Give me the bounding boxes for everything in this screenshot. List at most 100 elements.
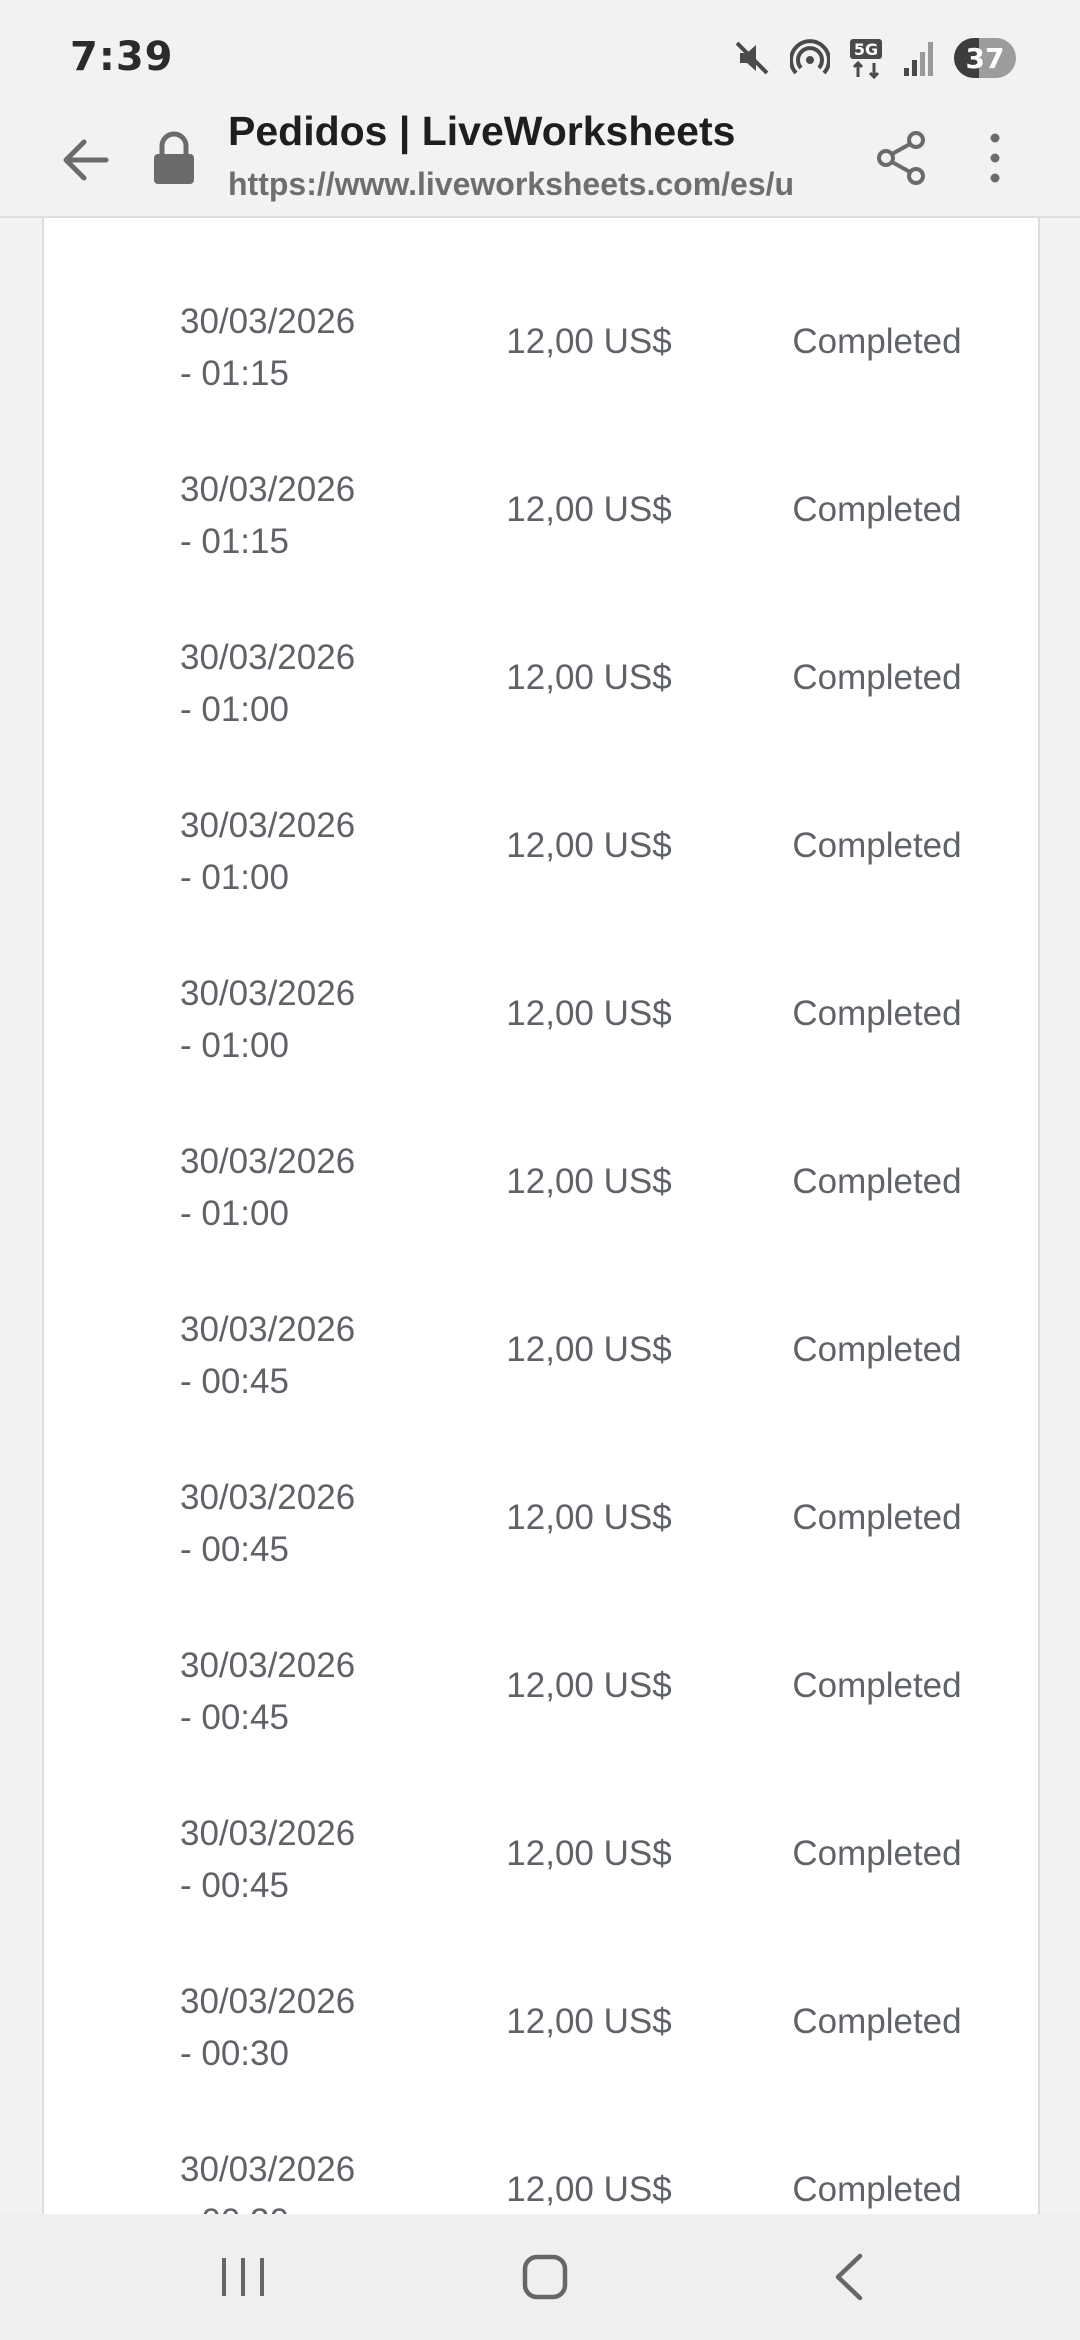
order-date-time: - 01:00 bbox=[180, 1026, 289, 1065]
order-status: Completed bbox=[792, 1162, 962, 1201]
order-status: Completed bbox=[792, 1834, 962, 1873]
order-date-time: - 01:15 bbox=[180, 354, 289, 393]
order-date: 30/03/2026 - 00:30 bbox=[180, 2144, 420, 2214]
order-date: 30/03/2026 - 01:00 bbox=[180, 800, 420, 904]
order-date-day: 30/03/2026 bbox=[180, 302, 356, 341]
order-date-day: 30/03/2026 bbox=[180, 1814, 356, 1853]
status-icons: 5G 37 bbox=[732, 34, 1016, 82]
order-status: Completed bbox=[792, 994, 962, 1033]
share-icon bbox=[877, 131, 925, 185]
order-status: Completed bbox=[792, 1498, 962, 1537]
nav-back-icon bbox=[835, 2253, 863, 2301]
table-row: 30/03/2026 - 01:00 12,00 US$ Completed bbox=[44, 968, 1038, 1136]
order-date: 30/03/2026 - 00:45 bbox=[180, 1808, 420, 1912]
home-button[interactable] bbox=[510, 2244, 580, 2310]
table-row: 30/03/2026 - 00:45 12,00 US$ Completed bbox=[44, 1640, 1038, 1808]
battery-indicator: 37 bbox=[954, 38, 1016, 78]
order-date-time: - 00:45 bbox=[180, 1530, 289, 1569]
order-date-day: 30/03/2026 bbox=[180, 638, 356, 677]
navigation-bar bbox=[0, 2214, 1080, 2340]
order-status: Completed bbox=[792, 2170, 962, 2209]
table-row: 30/03/2026 - 00:45 12,00 US$ Completed bbox=[44, 1808, 1038, 1976]
page-content[interactable]: 30/03/2026 - 01:15 12,00 US$ Completed 30… bbox=[0, 218, 1080, 2214]
table-row: 30/03/2026 - 01:00 12,00 US$ Completed bbox=[44, 632, 1038, 800]
order-date: 30/03/2026 - 01:00 bbox=[180, 632, 420, 736]
order-amount: 12,00 US$ bbox=[506, 658, 672, 697]
order-date-day: 30/03/2026 bbox=[180, 470, 356, 509]
table-row: 30/03/2026 - 00:45 12,00 US$ Completed bbox=[44, 1304, 1038, 1472]
order-date-day: 30/03/2026 bbox=[180, 1478, 356, 1517]
order-status: Completed bbox=[792, 2002, 962, 2041]
order-date-time: - 00:45 bbox=[180, 1866, 289, 1905]
order-date-time: - 00:45 bbox=[180, 1698, 289, 1737]
order-amount: 12,00 US$ bbox=[506, 490, 672, 529]
order-status: Completed bbox=[792, 322, 962, 361]
mute-icon bbox=[732, 38, 772, 78]
order-date-day: 30/03/2026 bbox=[180, 1142, 356, 1181]
order-date: 30/03/2026 - 00:30 bbox=[180, 1976, 420, 2080]
order-amount: 12,00 US$ bbox=[506, 322, 672, 361]
order-amount: 12,00 US$ bbox=[506, 1162, 672, 1201]
order-date-day: 30/03/2026 bbox=[180, 974, 356, 1013]
recents-icon bbox=[222, 2258, 264, 2296]
table-row: 30/03/2026 - 01:15 12,00 US$ Completed bbox=[44, 464, 1038, 632]
table-row: 30/03/2026 - 01:00 12,00 US$ Completed bbox=[44, 800, 1038, 968]
order-amount: 12,00 US$ bbox=[506, 2002, 672, 2041]
order-status: Completed bbox=[792, 1330, 962, 1369]
browser-header: Pedidos | LiveWorksheets https://www.liv… bbox=[0, 100, 1080, 218]
order-date-day: 30/03/2026 bbox=[180, 1982, 356, 2021]
order-status: Completed bbox=[792, 1666, 962, 1705]
table-row: 30/03/2026 - 01:15 12,00 US$ Completed bbox=[44, 296, 1038, 464]
order-amount: 12,00 US$ bbox=[506, 826, 672, 865]
back-arrow-icon bbox=[63, 139, 109, 181]
order-date: 30/03/2026 - 00:45 bbox=[180, 1304, 420, 1408]
table-row: 30/03/2026 - 01:00 12,00 US$ Completed bbox=[44, 1136, 1038, 1304]
order-date-time: - 01:00 bbox=[180, 1194, 289, 1233]
table-row: 30/03/2026 - 00:30 12,00 US$ Completed bbox=[44, 2144, 1038, 2214]
order-date-time: - 01:15 bbox=[180, 522, 289, 561]
order-amount: 12,00 US$ bbox=[506, 994, 672, 1033]
order-date-day: 30/03/2026 bbox=[180, 1310, 356, 1349]
home-icon bbox=[522, 2254, 568, 2300]
recents-button[interactable] bbox=[208, 2244, 278, 2310]
page-url[interactable]: https://www.liveworksheets.com/es/u bbox=[228, 166, 840, 203]
order-amount: 12,00 US$ bbox=[506, 1498, 672, 1537]
share-button[interactable] bbox=[874, 128, 930, 188]
order-date: 30/03/2026 - 01:15 bbox=[180, 296, 420, 400]
more-options-button[interactable] bbox=[980, 128, 1010, 188]
signal-icon bbox=[902, 38, 936, 78]
order-status: Completed bbox=[792, 826, 962, 865]
order-amount: 12,00 US$ bbox=[506, 1330, 672, 1369]
order-date-time: - 00:45 bbox=[180, 1362, 289, 1401]
back-button[interactable] bbox=[56, 130, 116, 190]
order-date-time: - 01:00 bbox=[180, 690, 289, 729]
order-date: 30/03/2026 - 01:15 bbox=[180, 464, 420, 568]
network-label: 5G bbox=[854, 40, 878, 59]
order-date-time: - 00:30 bbox=[180, 2034, 289, 2073]
order-amount: 12,00 US$ bbox=[506, 1834, 672, 1873]
status-time: 7:39 bbox=[70, 34, 174, 80]
order-date: 30/03/2026 - 01:00 bbox=[180, 968, 420, 1072]
orders-table: 30/03/2026 - 01:15 12,00 US$ Completed 30… bbox=[42, 218, 1040, 2214]
order-date-day: 30/03/2026 bbox=[180, 1646, 356, 1685]
hotspot-icon bbox=[790, 38, 830, 78]
order-amount: 12,00 US$ bbox=[506, 2170, 672, 2209]
order-status: Completed bbox=[792, 490, 962, 529]
table-row: 30/03/2026 - 00:30 12,00 US$ Completed bbox=[44, 1976, 1038, 2144]
table-row: 30/03/2026 - 00:45 12,00 US$ Completed bbox=[44, 1472, 1038, 1640]
order-status: Completed bbox=[792, 658, 962, 697]
order-date: 30/03/2026 - 01:00 bbox=[180, 1136, 420, 1240]
order-date-day: 30/03/2026 bbox=[180, 806, 356, 845]
page-title: Pedidos | LiveWorksheets bbox=[228, 108, 736, 154]
network-5g-icon: 5G bbox=[848, 37, 884, 79]
status-bar: 7:39 5G 37 bbox=[0, 0, 1080, 116]
order-date-time: - 01:00 bbox=[180, 858, 289, 897]
order-date-time: - 00:30 bbox=[180, 2202, 289, 2214]
order-amount: 12,00 US$ bbox=[506, 1666, 672, 1705]
more-vert-icon bbox=[990, 133, 1000, 183]
order-date: 30/03/2026 - 00:45 bbox=[180, 1472, 420, 1576]
lock-icon[interactable] bbox=[150, 128, 198, 188]
nav-back-button[interactable] bbox=[814, 2244, 884, 2310]
order-date-day: 30/03/2026 bbox=[180, 2150, 356, 2189]
order-date: 30/03/2026 - 00:45 bbox=[180, 1640, 420, 1744]
